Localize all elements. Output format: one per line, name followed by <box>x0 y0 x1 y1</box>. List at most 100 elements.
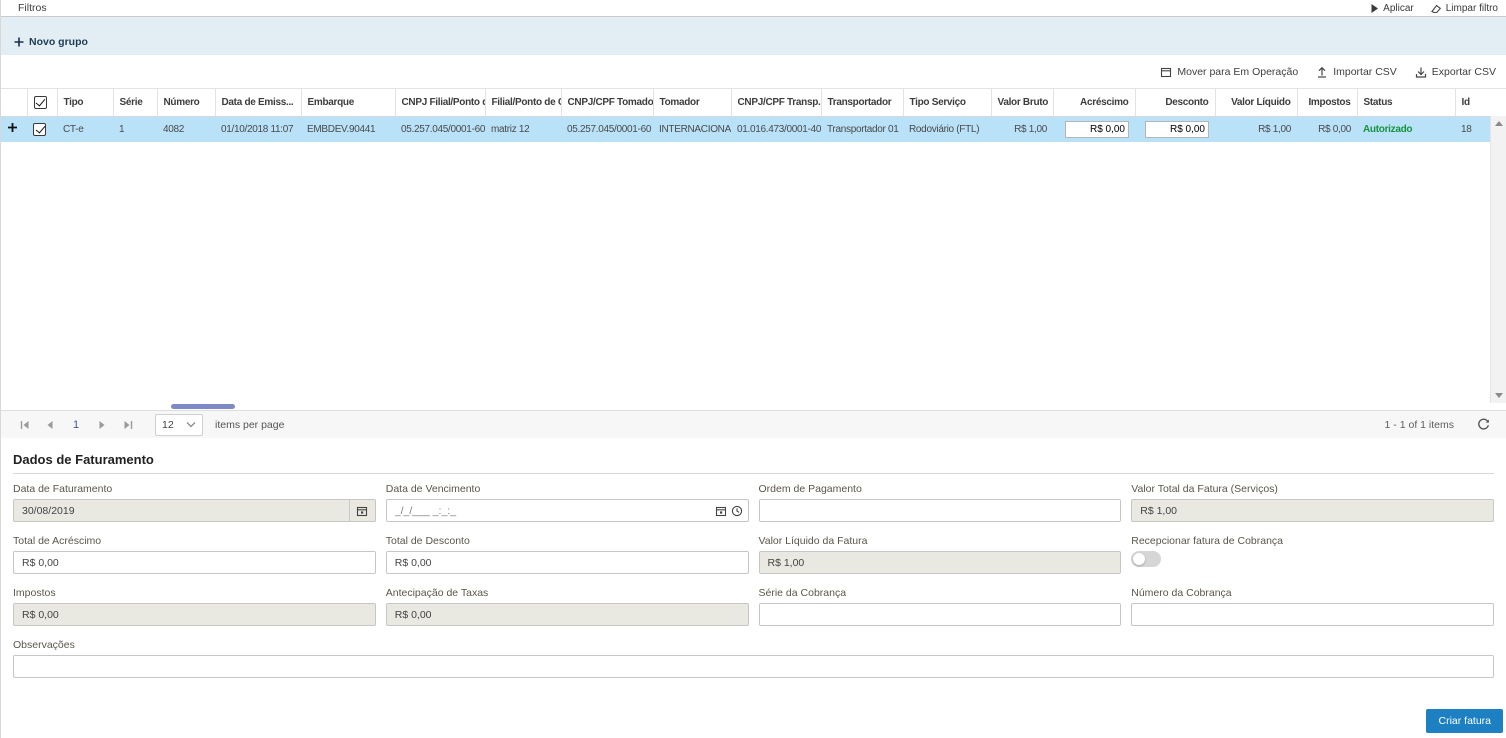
move-to-operation-label: Mover para Em Operação <box>1177 66 1298 78</box>
last-page-icon <box>123 420 134 430</box>
data-vencimento-input[interactable] <box>386 499 749 522</box>
cell-cnpj-tomador: 05.257.045/0001-60 <box>561 116 653 142</box>
ordem-pagamento-label: Ordem de Pagamento <box>759 483 1122 495</box>
pager-summary: 1 - 1 of 1 items <box>1385 419 1454 431</box>
current-page-button[interactable]: 1 <box>63 419 89 431</box>
cell-serie: 1 <box>113 116 157 142</box>
next-page-button[interactable] <box>89 413 115 437</box>
col-header-valor-bruto[interactable]: Valor Bruto <box>991 89 1053 116</box>
serie-cobranca-input[interactable] <box>759 603 1122 626</box>
ordem-pagamento-input[interactable] <box>759 499 1122 522</box>
page-size-value: 12 <box>162 419 174 431</box>
field-total-desconto: Total de Desconto <box>386 535 749 574</box>
items-per-page-label: items per page <box>215 419 284 431</box>
export-csv-button[interactable]: Exportar CSV <box>1415 66 1496 78</box>
field-total-acrescimo: Total de Acréscimo <box>13 535 376 574</box>
col-header-id[interactable]: Id <box>1455 89 1491 116</box>
calendar-icon[interactable] <box>715 505 727 517</box>
observacoes-label: Observações <box>13 639 1494 651</box>
valor-total-input <box>1131 499 1494 522</box>
new-group-button[interactable]: Novo grupo <box>14 36 88 48</box>
expand-row-button[interactable] <box>7 122 18 133</box>
row-checkbox[interactable] <box>33 123 46 136</box>
desconto-input[interactable] <box>1145 121 1209 138</box>
first-page-button[interactable] <box>11 413 37 437</box>
cell-cnpj-transportador: 01.016.473/0001-40 <box>731 116 821 142</box>
clear-filter-button[interactable]: Limpar filtro <box>1430 3 1498 14</box>
plus-icon <box>7 122 18 133</box>
cell-tipo: CT-e <box>57 116 113 142</box>
create-invoice-button[interactable]: Criar fatura <box>1426 709 1503 733</box>
data-grid: Tipo Série Número Data de Emiss... Embar… <box>1 88 1506 410</box>
col-header-filial[interactable]: Filial/Ponto de O... <box>485 89 561 116</box>
move-to-operation-button[interactable]: Mover para Em Operação <box>1160 66 1298 78</box>
data-vencimento-label: Data de Vencimento <box>386 483 749 495</box>
col-header-valor-liquido[interactable]: Valor Líquido <box>1215 89 1297 116</box>
col-header-cnpj-filial[interactable]: CNPJ Filial/Ponto de ... <box>395 89 485 116</box>
horizontal-scroll-thumb[interactable] <box>171 404 235 409</box>
col-header-status[interactable]: Status <box>1357 89 1455 116</box>
page-size-select[interactable]: 12 <box>155 414 203 436</box>
acrescimo-input[interactable] <box>1065 121 1129 138</box>
scroll-up-icon[interactable] <box>1495 121 1503 126</box>
plus-icon <box>14 37 24 47</box>
col-header-expand <box>1 89 27 116</box>
date-picker-button[interactable] <box>349 500 375 521</box>
recepcionar-label: Recepcionar fatura de Cobrança <box>1131 535 1494 547</box>
upload-icon <box>1316 66 1328 78</box>
valor-liquido-input <box>759 551 1122 574</box>
data-faturamento-value: 30/08/2019 <box>14 505 349 517</box>
horizontal-scrollbar[interactable] <box>1 403 1490 410</box>
new-group-label: Novo grupo <box>29 36 88 48</box>
select-all-checkbox[interactable] <box>34 96 47 109</box>
cell-data-emissao: 01/10/2018 11:07 <box>215 116 301 142</box>
cell-id: 18 <box>1455 116 1491 142</box>
first-page-icon <box>19 420 30 430</box>
cell-desconto <box>1135 116 1215 142</box>
import-csv-button[interactable]: Importar CSV <box>1316 66 1397 78</box>
eraser-icon <box>1430 3 1442 14</box>
col-header-numero[interactable]: Número <box>157 89 215 116</box>
recepcionar-toggle[interactable] <box>1131 551 1161 567</box>
col-header-desconto[interactable]: Desconto <box>1135 89 1215 116</box>
col-header-transportador[interactable]: Transportador <box>821 89 903 116</box>
total-acrescimo-input[interactable] <box>13 551 376 574</box>
col-header-acrescimo[interactable]: Acréscimo <box>1053 89 1135 116</box>
filters-bar: Filtros Aplicar Limpar filtro <box>1 0 1506 17</box>
previous-page-button[interactable] <box>37 413 63 437</box>
download-icon <box>1415 66 1427 78</box>
col-header-tipo-servico[interactable]: Tipo Serviço <box>903 89 991 116</box>
col-header-data-emissao[interactable]: Data de Emiss... <box>215 89 301 116</box>
col-header-serie[interactable]: Série <box>113 89 157 116</box>
filters-title: Filtros <box>18 2 47 14</box>
apply-filter-button[interactable]: Aplicar <box>1370 3 1414 14</box>
col-header-tomador[interactable]: Tomador <box>653 89 731 116</box>
col-header-cnpj-transportador[interactable]: CNPJ/CPF Transp... <box>731 89 821 116</box>
table-row[interactable]: CT-e 1 4082 01/10/2018 11:07 EMBDEV.9044… <box>1 116 1491 142</box>
col-header-cnpj-tomador[interactable]: CNPJ/CPF Tomador <box>561 89 653 116</box>
expand-cell <box>1 116 27 142</box>
scroll-down-icon[interactable] <box>1495 393 1503 398</box>
cell-acrescimo <box>1053 116 1135 142</box>
col-header-embarque[interactable]: Embarque <box>301 89 395 116</box>
total-desconto-input[interactable] <box>386 551 749 574</box>
col-header-tipo[interactable]: Tipo <box>57 89 113 116</box>
serie-cobranca-label: Série da Cobrança <box>759 587 1122 599</box>
field-valor-total: Valor Total da Fatura (Serviços) <box>1131 483 1494 522</box>
pagination-bar: 1 12 items per page 1 - 1 of 1 items <box>1 410 1506 438</box>
clock-icon[interactable] <box>731 505 743 517</box>
field-observacoes: Observações <box>13 639 1494 678</box>
cell-valor-liquido: R$ 1,00 <box>1215 116 1297 142</box>
last-page-button[interactable] <box>115 413 141 437</box>
data-faturamento-field: 30/08/2019 <box>13 499 376 522</box>
export-csv-label: Exportar CSV <box>1432 66 1496 78</box>
vertical-scrollbar[interactable] <box>1490 116 1506 403</box>
observacoes-input[interactable] <box>13 655 1494 678</box>
cell-cnpj-filial: 05.257.045/0001-60 <box>395 116 485 142</box>
refresh-button[interactable] <box>1470 413 1496 437</box>
cell-filial: matriz 12 <box>485 116 561 142</box>
col-header-impostos[interactable]: Impostos <box>1297 89 1357 116</box>
numero-cobranca-input[interactable] <box>1131 603 1494 626</box>
billing-form: Data de Faturamento 30/08/2019 Data de V… <box>13 483 1494 691</box>
cell-transportador: Transportador 01 <box>821 116 903 142</box>
